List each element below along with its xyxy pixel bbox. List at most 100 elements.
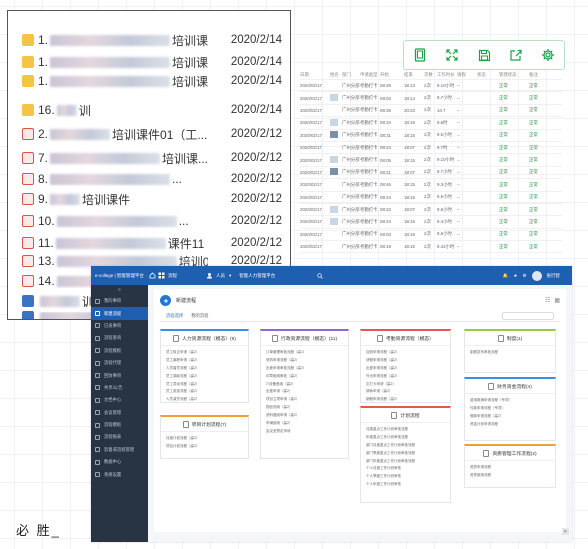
flow-link[interactable]: 个人月度工作计划审批 <box>366 465 445 473</box>
search-icon[interactable] <box>315 271 324 280</box>
grid-icon[interactable] <box>157 271 166 280</box>
flow-link[interactable]: 订单管理审批流程（高1） <box>266 349 343 357</box>
sidebar-item[interactable]: 流程模板 <box>91 345 148 357</box>
file-item[interactable]: 1. 培训课... 2020/2/14 <box>22 55 290 70</box>
flow-link[interactable]: 请假申请流程（高2） <box>366 357 445 365</box>
bell-icon[interactable]: 🔔 <box>503 273 509 279</box>
flow-link[interactable]: 资质使用流程 <box>470 472 550 480</box>
flow-link[interactable]: 部门月度重点工作计划审批流程 <box>366 442 445 450</box>
flow-link[interactable]: 出差申请流程（高2） <box>366 365 445 373</box>
flow-link[interactable]: 费用报销申请流程（专项） <box>470 397 550 405</box>
word-icon <box>22 311 34 319</box>
file-item[interactable]: 7. 培训课... 2020/2/12 <box>22 151 290 166</box>
sidebar-item[interactable]: 新建流程 <box>91 307 148 320</box>
file-item[interactable]: 10.... 2020/2/12 <box>22 214 290 228</box>
scroll-top-button[interactable]: ⇱ <box>562 528 569 535</box>
flow-link[interactable]: 加班申请流程（高2） <box>366 349 445 357</box>
sidebar-item-label: 流程查询 <box>104 335 122 341</box>
home-icon[interactable] <box>148 271 157 280</box>
flow-link[interactable]: 年度重点工作计划审批流程 <box>366 434 445 442</box>
flow-link[interactable]: 付款申请流程（专项） <box>470 405 550 413</box>
sidebar-item[interactable]: 共享/公告 <box>91 382 148 394</box>
sidebar-item[interactable]: 流程代理 <box>91 357 148 369</box>
file-item[interactable]: 1. 培训课... 2020/2/14 <box>22 74 290 89</box>
flow-link[interactable]: 忘打卡申请（高2） <box>366 381 445 389</box>
flow-link[interactable]: 项目计划流程（高2） <box>166 443 243 451</box>
flow-link[interactable]: 借款申请流程（高2） <box>470 413 550 421</box>
sidebar-item[interactable]: 监督或流程管理 <box>91 444 148 456</box>
list-view-icon[interactable]: ☷ <box>545 297 550 304</box>
sidebar-item[interactable]: 我的事项 <box>91 295 148 307</box>
flow-link[interactable]: 出差申请审批流程（高2） <box>266 365 343 373</box>
file-item[interactable]: 8.... 2020/2/12 <box>22 172 290 186</box>
flow-link[interactable]: 制度发布审批流程 <box>470 349 550 357</box>
grid-view-icon[interactable]: ▦ <box>554 297 560 304</box>
table-cell: 9.5小时 <box>437 132 452 138</box>
table-cell: 考勤打卡 <box>360 169 378 175</box>
file-item[interactable]: 11. 课件11 2020/2/12 <box>22 236 290 251</box>
flow-link[interactable]: 员工转正申请（高2） <box>166 349 243 357</box>
avatar[interactable] <box>531 270 542 281</box>
flow-link[interactable]: 部门季度重点工作计划审批流程 <box>366 450 445 458</box>
flow-link[interactable]: 人员减员流程（高2） <box>166 396 243 404</box>
flow-link[interactable]: IT设备借用（高2） <box>266 381 343 389</box>
collapse-icon[interactable]: ≡ <box>91 285 148 295</box>
sidebar-item[interactable]: 流程模板 <box>91 419 148 431</box>
flow-link[interactable]: 资料借阅申请（高2） <box>266 412 343 420</box>
flow-link[interactable]: 个人年度工作计划审批 <box>366 481 445 489</box>
table-cell: -- <box>457 107 460 113</box>
flow-link[interactable]: 员工离职申请（高2） <box>166 357 243 365</box>
expand-icon[interactable] <box>442 45 462 65</box>
settings-icon[interactable] <box>538 45 558 65</box>
sidebar-item[interactable]: 回收事项 <box>91 369 148 381</box>
flow-link[interactable]: 员工异动流程（高2） <box>166 381 243 389</box>
sidebar-item[interactable]: 系统设置 <box>91 468 148 480</box>
table-cell: 考勤打卡 <box>360 82 378 88</box>
flow-link[interactable]: 员工调岗流程（高2） <box>166 373 243 381</box>
flow-category-box: 项目计划流程(7) 月度计划流程（高2） 项目计划流程（高2） <box>160 415 249 459</box>
file-name-text: 培训课... <box>162 151 208 166</box>
file-item[interactable]: 16. 训 2020/2/14 <box>22 103 290 118</box>
flow-link[interactable]: 采购申请流程（高2） <box>266 357 343 365</box>
user-name[interactable]: 张行智 <box>547 273 561 279</box>
flow-link[interactable]: 资质申请流程 <box>470 464 550 472</box>
flow-link[interactable]: 部门年度重点工作计划审批流程 <box>366 458 445 466</box>
flow-link[interactable]: 员工奖惩流程（高2） <box>166 388 243 396</box>
flow-link[interactable]: 车辆使用（高2） <box>266 420 343 428</box>
tablet-icon[interactable] <box>410 45 430 65</box>
search-input[interactable] <box>502 312 554 320</box>
file-item[interactable]: 2. 培训课件01（工... 2020/2/12 <box>22 127 290 142</box>
top-nav-flow[interactable]: 流程 <box>168 273 177 279</box>
table-cell: 08:19 <box>380 244 391 250</box>
sidebar-item[interactable]: 流程报表 <box>91 431 148 443</box>
save-icon[interactable] <box>474 45 494 65</box>
star-icon[interactable]: ★ <box>513 273 517 279</box>
sidebar-item[interactable]: 数据中心 <box>91 456 148 468</box>
sidebar-item[interactable]: 已发事项 <box>91 320 148 332</box>
file-item[interactable]: 1. 培训课... 2020/2/14 <box>22 33 290 48</box>
sidebar-item[interactable]: 文档中心 <box>91 394 148 406</box>
flow-link[interactable]: 月度计划流程（高2） <box>166 435 243 443</box>
flow-link[interactable]: 会议室预定申请 <box>266 428 343 436</box>
flow-link[interactable]: 资金计划申请流程 <box>470 421 550 429</box>
gear-icon[interactable]: ⚙ <box>522 273 526 279</box>
share-icon[interactable] <box>506 45 526 65</box>
flow-link[interactable]: 出差申请（高2） <box>266 388 343 396</box>
flow-link[interactable]: 个人季度工作计划审批 <box>366 473 445 481</box>
top-nav-people[interactable]: 人员 <box>216 273 225 279</box>
sidebar-item[interactable]: 会议管理 <box>91 407 148 419</box>
flow-link[interactable]: 物品领用（高2） <box>266 404 343 412</box>
top-nav-platform[interactable]: 智能人力管理平台 <box>239 273 275 279</box>
table-cell: -- <box>457 231 460 237</box>
flow-link[interactable]: 调休申请（高2） <box>366 388 445 396</box>
flow-link[interactable]: 人员增员流程（高2） <box>166 365 243 373</box>
page-header: 新建流程 <box>160 295 196 306</box>
flow-link[interactable]: 印章使用审批（高2） <box>266 373 343 381</box>
file-item[interactable]: 9. 培训课件 2020/2/12 <box>22 192 290 207</box>
flow-link[interactable]: 项目立项申请（高2） <box>266 396 343 404</box>
flow-link[interactable]: 外出申请流程（高2） <box>366 373 445 381</box>
table-cell: 广州分部 <box>342 169 360 175</box>
flow-link[interactable]: 月度重点工作计划审批流程 <box>366 426 445 434</box>
flow-link[interactable]: 销假申请流程（高2） <box>366 396 445 404</box>
sidebar-item[interactable]: 流程查询 <box>91 332 148 344</box>
